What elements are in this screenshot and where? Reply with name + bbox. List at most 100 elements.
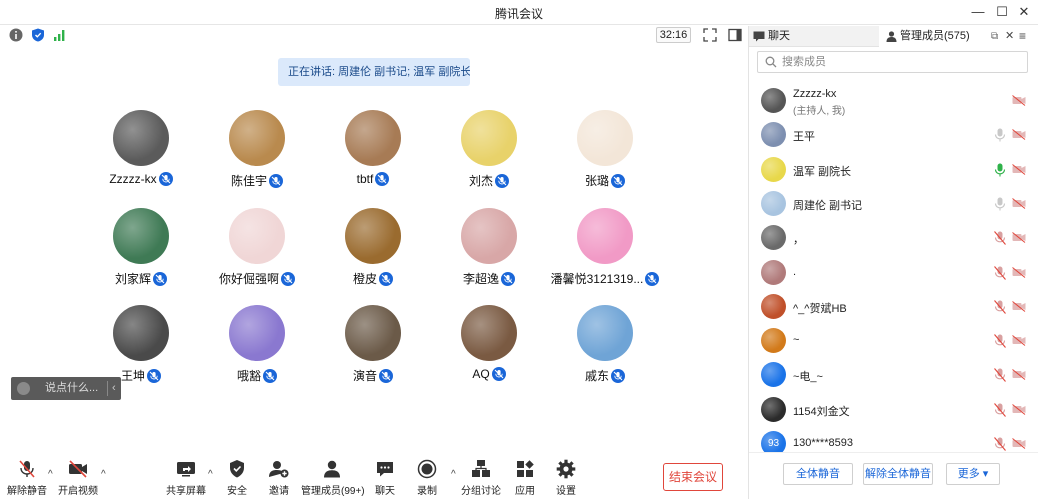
participant-tile[interactable]: 演音 bbox=[314, 305, 432, 395]
participant-avatar bbox=[461, 208, 517, 264]
participant-tile[interactable]: 戚东 bbox=[546, 305, 664, 395]
participant-tile[interactable]: 陈佳宇 bbox=[198, 110, 316, 200]
camera-off-icon[interactable] bbox=[1012, 335, 1026, 349]
video-options-caret[interactable]: ^ bbox=[101, 469, 106, 480]
camera-off-icon[interactable] bbox=[1012, 232, 1026, 246]
manage-members-button[interactable]: 管理成员(99+) bbox=[301, 459, 365, 497]
participant-tile[interactable]: 李超逸 bbox=[430, 208, 548, 298]
camera-off-icon[interactable] bbox=[1012, 198, 1026, 212]
member-row[interactable]: ~电_~ bbox=[749, 358, 1038, 392]
member-row[interactable]: ~ bbox=[749, 324, 1038, 358]
mic-muted-icon[interactable] bbox=[994, 403, 1006, 420]
participant-name: 戚东 bbox=[584, 369, 609, 383]
mic-muted-icon bbox=[375, 172, 390, 189]
participant-tile[interactable]: Zzzzz-kx bbox=[82, 110, 200, 200]
participant-tile[interactable]: 刘杰 bbox=[430, 110, 548, 200]
mic-muted-icon[interactable] bbox=[994, 266, 1006, 283]
member-row[interactable]: 王平 bbox=[749, 118, 1038, 152]
unmute-all-button[interactable]: 解除全体静音 bbox=[863, 463, 933, 485]
apps-grid-icon bbox=[517, 460, 534, 477]
settings-button[interactable]: 设置 bbox=[536, 459, 596, 497]
mic-muted-icon bbox=[147, 369, 161, 386]
mic-muted-icon bbox=[501, 272, 515, 289]
invite-button[interactable]: 邀请 bbox=[249, 459, 309, 497]
mic-muted-icon[interactable] bbox=[994, 368, 1006, 385]
mic-icon[interactable] bbox=[994, 128, 1006, 145]
member-row[interactable]: 周建伦 副书记 bbox=[749, 187, 1038, 221]
mic-muted-icon bbox=[611, 369, 625, 386]
collapse-icon[interactable]: ‹ bbox=[112, 377, 116, 400]
member-row[interactable]: ， bbox=[749, 221, 1038, 255]
participant-name-row: 哦豁 bbox=[198, 367, 316, 386]
mic-muted-icon bbox=[611, 174, 625, 191]
tab-members[interactable]: 管理成员(575) ⧉ ✕ bbox=[879, 26, 1038, 47]
participant-avatar bbox=[461, 110, 517, 166]
window-title: 腾讯会议 bbox=[494, 7, 543, 21]
camera-off-icon[interactable] bbox=[1012, 404, 1026, 418]
panel-menu-icon[interactable]: ≡ bbox=[1019, 26, 1026, 47]
layout-toggle-icon[interactable] bbox=[728, 28, 742, 42]
participant-avatar bbox=[345, 208, 401, 264]
mic-muted-icon[interactable] bbox=[994, 334, 1006, 351]
participant-tile[interactable]: 潘馨悦3121319... bbox=[546, 208, 664, 298]
participant-tile[interactable]: AQ bbox=[430, 305, 548, 395]
mic-active-icon[interactable] bbox=[994, 163, 1006, 180]
fullscreen-icon[interactable] bbox=[703, 28, 717, 42]
camera-off-icon[interactable] bbox=[1012, 95, 1026, 109]
minimize-button[interactable]: — bbox=[968, 3, 988, 21]
participant-tile[interactable]: tbtf bbox=[314, 110, 432, 200]
members-icon bbox=[324, 460, 340, 478]
meeting-toolbar: 32:16 bbox=[0, 26, 748, 46]
end-meeting-button[interactable]: 结束会议 bbox=[663, 463, 723, 491]
camera-off-icon[interactable] bbox=[1012, 267, 1026, 281]
member-search[interactable] bbox=[757, 51, 1028, 73]
member-row[interactable]: Zzzzz-kx (主持人, 我) bbox=[749, 84, 1038, 118]
member-avatar bbox=[761, 328, 786, 353]
mic-muted-icon[interactable] bbox=[994, 300, 1006, 317]
info-icon[interactable] bbox=[9, 28, 23, 42]
member-row[interactable]: ^_^贺斌HB bbox=[749, 290, 1038, 324]
video-grid: 正在讲话: 周建伦 副书记; 温军 副院长;... Zzzzz-kx 陈佳宇 tbt… bbox=[0, 46, 748, 453]
camera-off-icon[interactable] bbox=[1012, 369, 1026, 383]
tab-chat[interactable]: 聊天 bbox=[749, 26, 879, 47]
speaking-indicator: 正在讲话: 周建伦 副书记; 温军 副院长;... bbox=[278, 58, 470, 86]
maximize-button[interactable]: ☐ bbox=[992, 3, 1012, 21]
shield-icon[interactable] bbox=[31, 28, 45, 42]
participant-name: 你好倔强啊 bbox=[218, 272, 279, 286]
member-name: 王平 bbox=[793, 131, 815, 143]
camera-off-icon[interactable] bbox=[1012, 129, 1026, 143]
camera-off-icon[interactable] bbox=[1012, 301, 1026, 315]
more-button[interactable]: 更多 ▾ bbox=[946, 463, 1000, 485]
mute-all-button[interactable]: 全体静音 bbox=[783, 463, 853, 485]
member-search-input[interactable] bbox=[782, 54, 1022, 70]
camera-off-icon[interactable] bbox=[1012, 164, 1026, 178]
chat-quick-input[interactable]: 说点什么... ‹ bbox=[11, 377, 121, 400]
panel-close-icon[interactable]: ✕ bbox=[1005, 26, 1014, 47]
member-row[interactable]: 温军 副院长 bbox=[749, 153, 1038, 187]
security-shield-icon bbox=[230, 460, 244, 478]
bottom-toolbar: 解除静音 ^ 开启视频 ^ 共享屏幕 ^ 安全 邀请 管理成员(99+) 聊天 … bbox=[0, 453, 748, 499]
chat-placeholder: 说点什么... bbox=[45, 382, 99, 394]
manage-members-label: 管理成员(99+) bbox=[301, 486, 365, 497]
record-button[interactable]: 录制 bbox=[397, 459, 457, 497]
member-avatar: 93 bbox=[761, 431, 786, 452]
participant-tile[interactable]: 你好倔强啊 bbox=[198, 208, 316, 298]
popout-icon[interactable]: ⧉ bbox=[991, 26, 998, 47]
member-row[interactable]: . bbox=[749, 256, 1038, 290]
title-bar: 腾讯会议 — ☐ ✕ bbox=[0, 0, 1038, 25]
camera-off-icon[interactable] bbox=[1012, 438, 1026, 452]
participant-avatar bbox=[577, 110, 633, 166]
close-button[interactable]: ✕ bbox=[1014, 3, 1034, 21]
member-row[interactable]: 93 130****8593 bbox=[749, 427, 1038, 452]
participant-tile[interactable]: 哦豁 bbox=[198, 305, 316, 395]
video-button[interactable]: 开启视频 bbox=[48, 459, 108, 497]
mic-icon[interactable] bbox=[994, 197, 1006, 214]
member-row[interactable]: 1154刘金文 bbox=[749, 393, 1038, 427]
mic-muted-icon[interactable] bbox=[994, 231, 1006, 248]
participant-tile[interactable]: 刘家辉 bbox=[82, 208, 200, 298]
participant-tile[interactable]: 张璐 bbox=[546, 110, 664, 200]
mic-muted-icon[interactable] bbox=[994, 437, 1006, 452]
participant-tile[interactable]: 橙皮 bbox=[314, 208, 432, 298]
smile-icon[interactable] bbox=[17, 382, 30, 395]
signal-icon[interactable] bbox=[53, 28, 67, 42]
